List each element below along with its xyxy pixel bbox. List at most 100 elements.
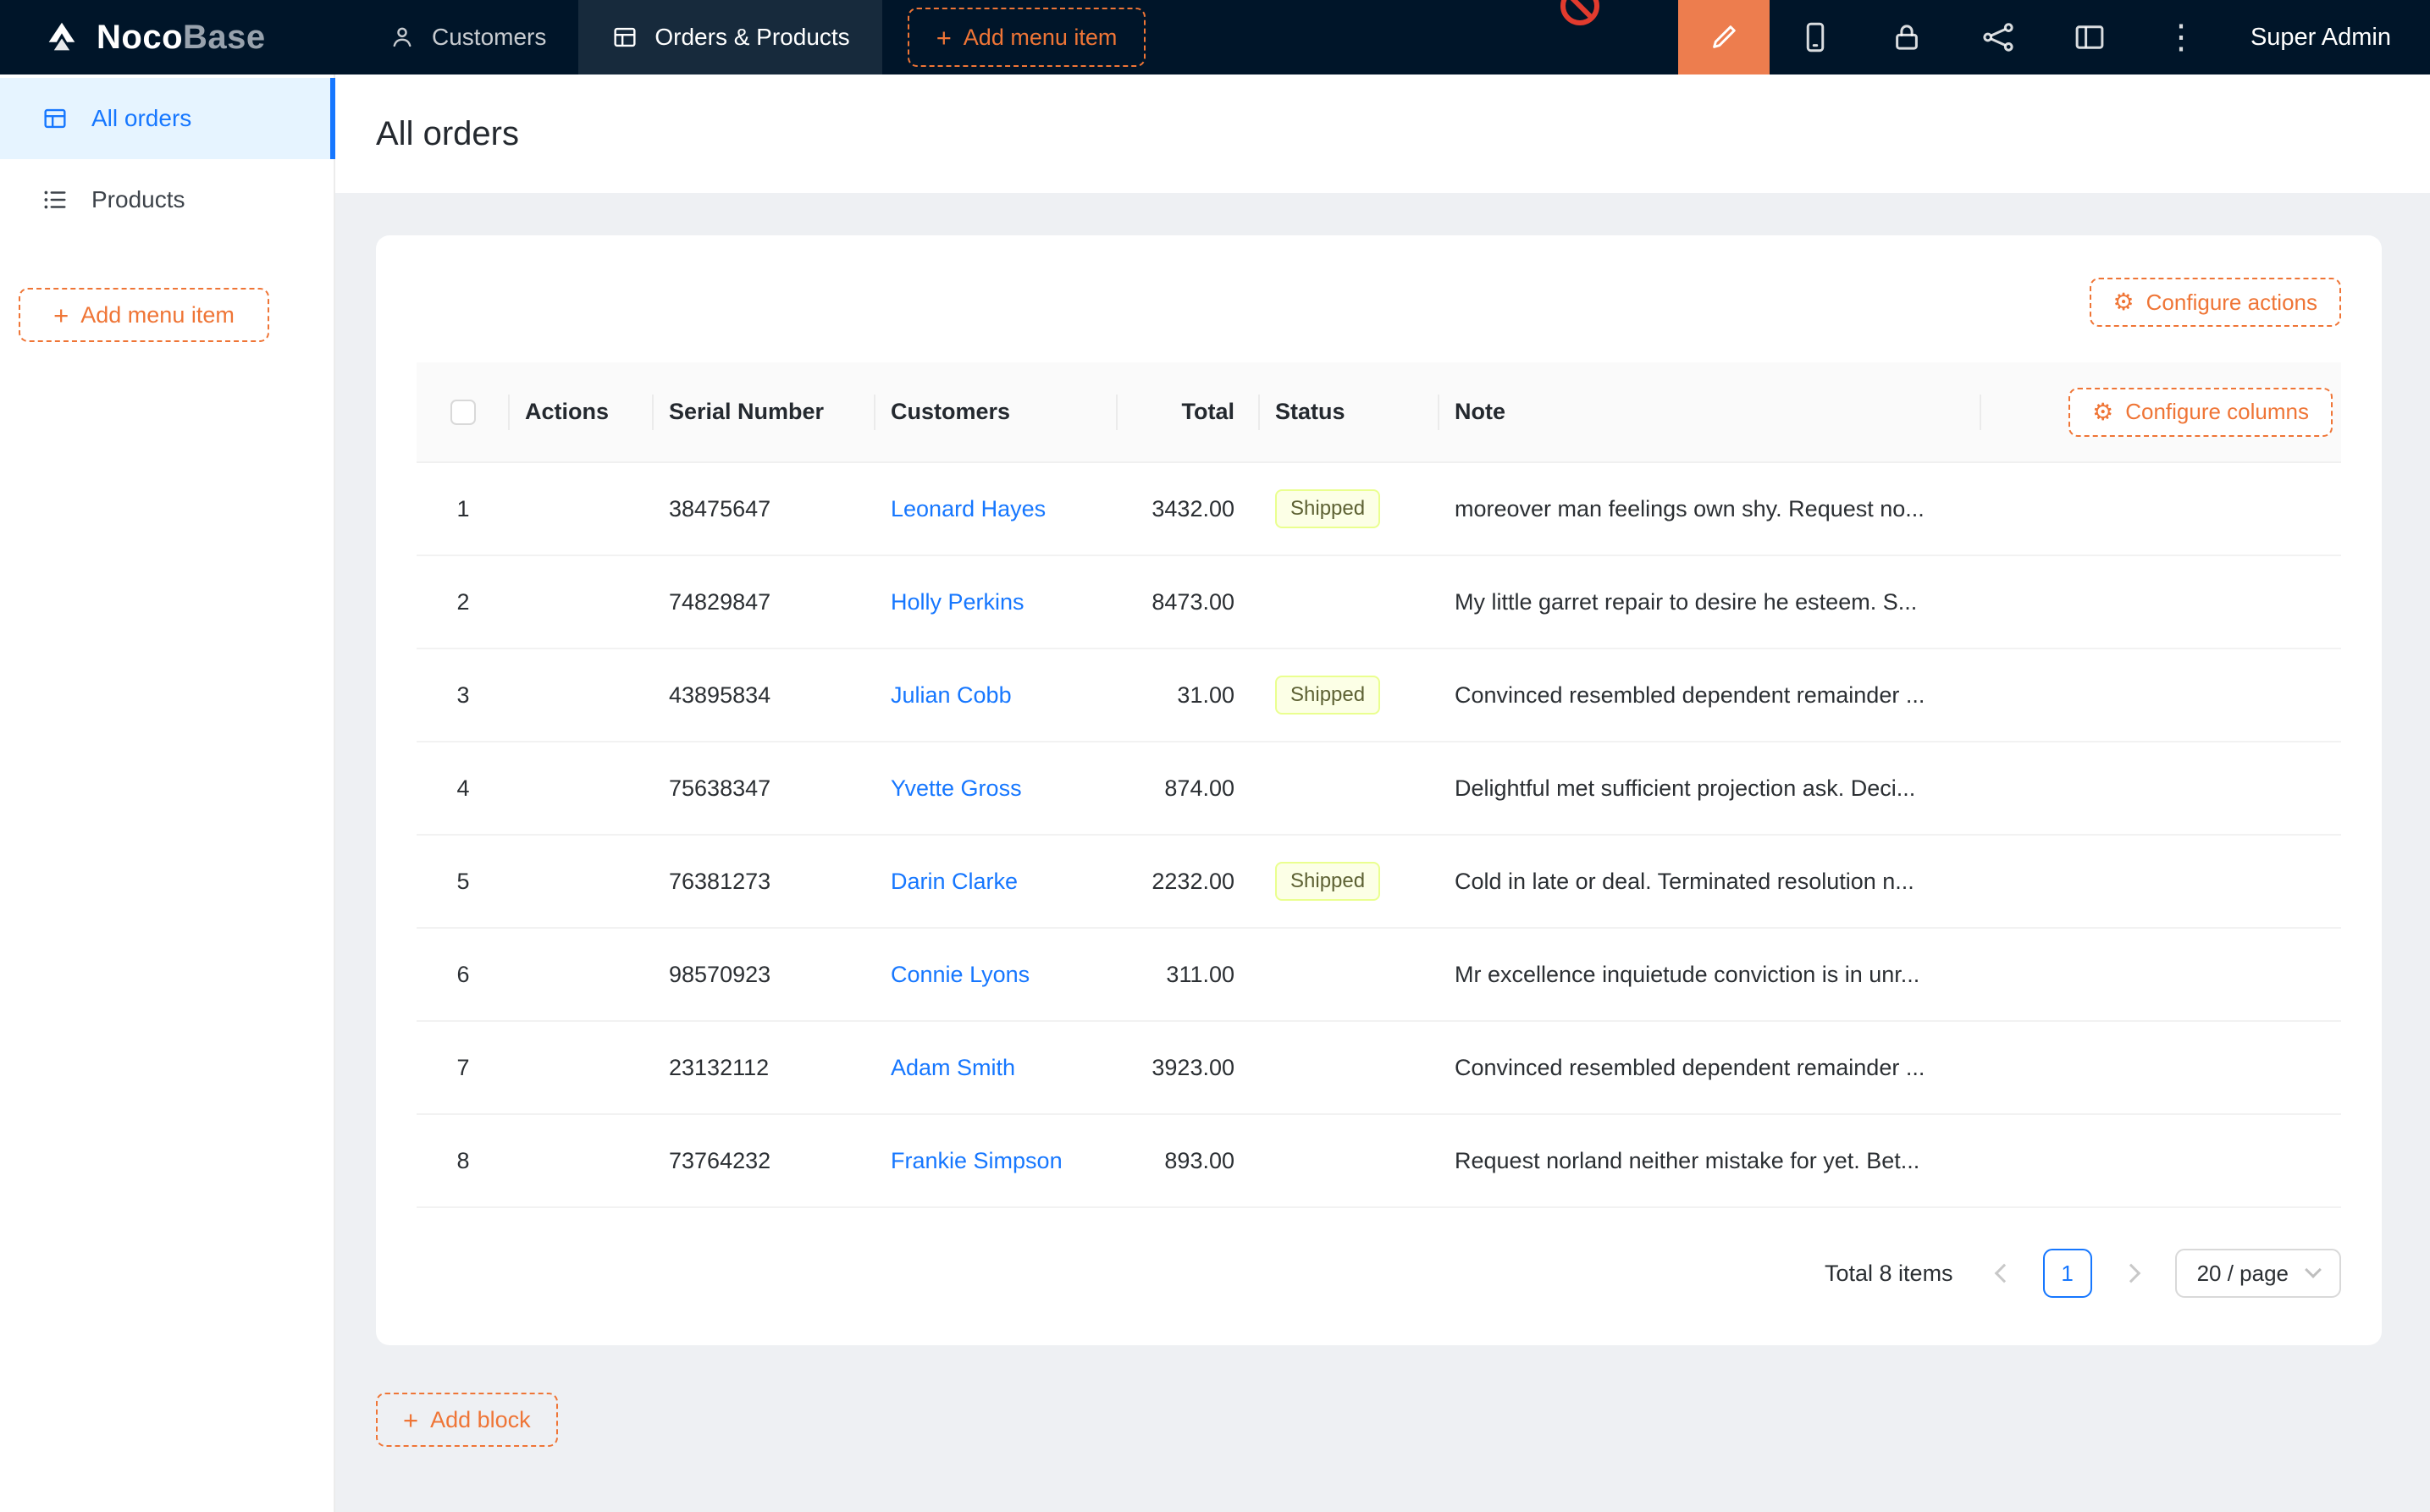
note-cell: My little garret repair to desire he est… — [1439, 555, 1981, 648]
customer-link[interactable]: Julian Cobb — [891, 682, 1012, 708]
mobile-client-button[interactable] — [1770, 0, 1861, 74]
api-doc-button[interactable] — [1952, 0, 2044, 74]
column-header-actions: Actions — [510, 362, 654, 462]
sidebar-item-products[interactable]: Products — [0, 159, 334, 240]
sidebar-item-all-orders[interactable]: All orders — [0, 78, 334, 159]
customer-link[interactable]: Adam Smith — [891, 1055, 1015, 1080]
total-cell: 3923.00 — [1118, 1021, 1260, 1114]
blocked-cursor-icon — [1560, 0, 1599, 25]
add-block-button[interactable]: + Add block — [376, 1393, 558, 1447]
top-menu: Customers Orders & Products + Add menu i… — [356, 0, 1146, 74]
serial-cell: 75638347 — [654, 742, 875, 835]
serial-cell: 73764232 — [654, 1114, 875, 1207]
configure-actions-button[interactable]: ⚙ Configure actions — [2090, 278, 2341, 327]
customer-link[interactable]: Darin Clarke — [891, 869, 1018, 894]
customer-link[interactable]: Leonard Hayes — [891, 496, 1046, 521]
pagination: Total 8 items 1 20 / page — [417, 1249, 2341, 1298]
more-options-button[interactable]: ⋮ — [2135, 0, 2227, 74]
customer-cell: Leonard Hayes — [875, 462, 1118, 555]
total-cell: 2232.00 — [1118, 835, 1260, 928]
card-toolbar: ⚙ Configure actions — [417, 278, 2341, 327]
row-config-cell — [1981, 555, 2341, 648]
status-badge: Shipped — [1275, 676, 1380, 714]
table-row: 1 38475647 Leonard Hayes 3432.00 Shipped… — [417, 462, 2341, 555]
status-cell — [1260, 1114, 1439, 1207]
add-block-label: Add block — [430, 1407, 531, 1433]
status-badge: Shipped — [1275, 862, 1380, 900]
row-index: 2 — [417, 555, 510, 648]
orders-table: Actions Serial Number Customers Total St… — [417, 362, 2341, 1208]
body-row: All orders Products + Add menu item All … — [0, 74, 2430, 1512]
row-index: 7 — [417, 1021, 510, 1114]
sidebar-add-menu-item-button[interactable]: + Add menu item — [19, 288, 269, 342]
page-size-select[interactable]: 20 / page — [2175, 1249, 2341, 1298]
status-cell — [1260, 1021, 1439, 1114]
plus-icon: + — [403, 1407, 418, 1433]
user-menu[interactable]: Super Admin — [2227, 0, 2430, 74]
table-row: 6 98570923 Connie Lyons 311.00 Mr excell… — [417, 928, 2341, 1021]
row-config-cell — [1981, 648, 2341, 742]
orders-table-icon — [41, 104, 69, 133]
table-row: 8 73764232 Frankie Simpson 893.00 Reques… — [417, 1114, 2341, 1207]
configure-columns-header: ⚙ Configure columns — [1981, 362, 2341, 462]
row-actions-cell — [510, 835, 654, 928]
top-menu-item-orders-products[interactable]: Orders & Products — [578, 0, 881, 74]
plus-icon: + — [53, 302, 69, 328]
top-menu-item-label: Orders & Products — [654, 24, 849, 51]
main-area: All orders ⚙ Configure actions — [335, 74, 2430, 1512]
serial-cell: 23132112 — [654, 1021, 875, 1114]
note-cell: Convinced resembled dependent remainder … — [1439, 1021, 1981, 1114]
status-cell: Shipped — [1260, 835, 1439, 928]
nocobase-logo[interactable]: NocoBase — [0, 0, 356, 74]
page-size-value: 20 / page — [2197, 1261, 2289, 1287]
table-header: Actions Serial Number Customers Total St… — [417, 362, 2341, 462]
row-config-cell — [1981, 1021, 2341, 1114]
table-row: 4 75638347 Yvette Gross 874.00 Delightfu… — [417, 742, 2341, 835]
sidebar-item-label: Products — [91, 186, 185, 213]
customer-link[interactable]: Holly Perkins — [891, 589, 1024, 615]
app-root: NocoBase Customers Orders & Products + A… — [0, 0, 2430, 1512]
row-index: 1 — [417, 462, 510, 555]
top-menu-item-customers[interactable]: Customers — [356, 0, 578, 74]
customer-cell: Connie Lyons — [875, 928, 1118, 1021]
customer-link[interactable]: Yvette Gross — [891, 775, 1022, 801]
row-actions-cell — [510, 462, 654, 555]
sidebar: All orders Products + Add menu item — [0, 74, 335, 1512]
row-config-cell — [1981, 835, 2341, 928]
page-title: All orders — [376, 115, 519, 153]
customer-link[interactable]: Connie Lyons — [891, 962, 1030, 987]
page-header: All orders — [335, 74, 2430, 193]
serial-cell: 43895834 — [654, 648, 875, 742]
status-badge: Shipped — [1275, 489, 1380, 527]
pagination-prev-button[interactable] — [1977, 1249, 2026, 1298]
pagination-page-1[interactable]: 1 — [2043, 1249, 2092, 1298]
note-cell: Delightful met sufficient projection ask… — [1439, 742, 1981, 835]
configure-columns-button[interactable]: ⚙ Configure columns — [2068, 388, 2333, 437]
customer-cell: Julian Cobb — [875, 648, 1118, 742]
row-index: 4 — [417, 742, 510, 835]
status-cell: Shipped — [1260, 462, 1439, 555]
serial-cell: 38475647 — [654, 462, 875, 555]
customer-cell: Frankie Simpson — [875, 1114, 1118, 1207]
column-header-serial-number: Serial Number — [654, 362, 875, 462]
select-all-checkbox[interactable] — [450, 400, 476, 425]
column-header-total: Total — [1118, 362, 1260, 462]
note-cell: Request norland neither mistake for yet.… — [1439, 1114, 1981, 1207]
note-cell: Mr excellence inquietude conviction is i… — [1439, 928, 1981, 1021]
logo-text-base: Base — [183, 19, 266, 56]
total-cell: 874.00 — [1118, 742, 1260, 835]
total-cell: 3432.00 — [1118, 462, 1260, 555]
layout-settings-button[interactable] — [2044, 0, 2135, 74]
navbar-add-menu-item-button[interactable]: + Add menu item — [908, 8, 1146, 67]
pagination-next-button[interactable] — [2109, 1249, 2158, 1298]
note-cell: moreover man feelings own shy. Request n… — [1439, 462, 1981, 555]
ui-editor-button[interactable] — [1678, 0, 1770, 74]
pen-icon — [1706, 19, 1742, 55]
table-row: 3 43895834 Julian Cobb 31.00 Shipped Con… — [417, 648, 2341, 742]
column-header-note: Note — [1439, 362, 1981, 462]
table-row: 2 74829847 Holly Perkins 8473.00 My litt… — [417, 555, 2341, 648]
share-nodes-icon — [1980, 19, 2016, 55]
row-config-cell — [1981, 742, 2341, 835]
access-control-button[interactable] — [1861, 0, 1952, 74]
customer-link[interactable]: Frankie Simpson — [891, 1148, 1063, 1173]
